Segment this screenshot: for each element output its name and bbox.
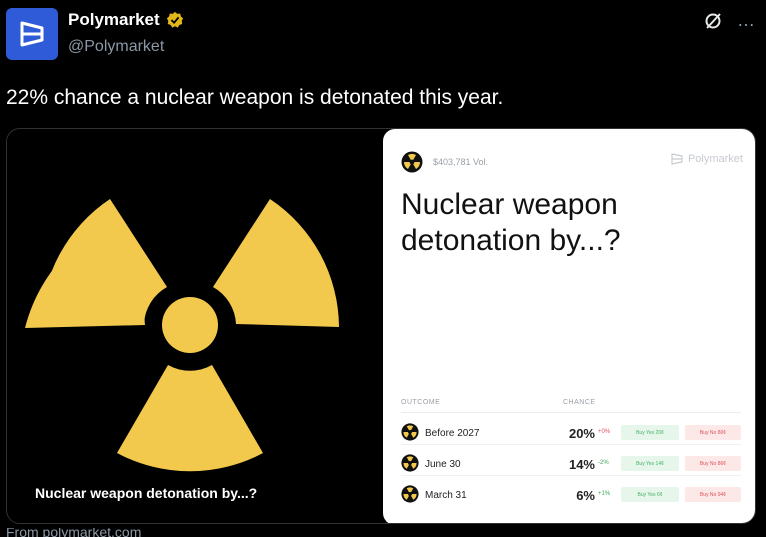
post-text: 22% chance a nuclear weapon is detonated… [6, 86, 504, 109]
card-image-caption: Nuclear weapon detonation by...? [35, 485, 258, 501]
outcome-label: June 30 [425, 459, 461, 470]
more-icon[interactable]: … [737, 10, 756, 31]
author-name[interactable]: Polymarket [68, 10, 160, 30]
buy-no-button[interactable]: Buy No 94¢ [685, 487, 741, 502]
author-handle[interactable]: @Polymarket [68, 38, 164, 56]
radiation-icon [401, 423, 419, 441]
outcome-chance: 14% [568, 457, 595, 472]
outcome-change: +0% [598, 429, 611, 435]
buy-no-button[interactable]: Buy No 80¢ [685, 425, 741, 440]
radiation-icon [401, 151, 423, 173]
brand-name: Polymarket [687, 153, 743, 165]
buy-yes-button[interactable]: Buy Yes 20¢ [621, 425, 679, 440]
grok-icon[interactable] [703, 11, 723, 31]
buy-yes-button[interactable]: Buy Yes 14¢ [621, 456, 679, 471]
market-panel[interactable]: $403,781 Vol. Polymarket Nuclear weapon … [383, 129, 755, 523]
polymarket-logo-icon [20, 21, 44, 47]
card-source-text[interactable]: From polymarket.com [6, 528, 141, 537]
author-name-row[interactable]: Polymarket [68, 10, 184, 30]
outcome-chance: 20% [568, 426, 595, 441]
outcome-change: +1% [598, 491, 611, 497]
brand-watermark: Polymarket [671, 153, 743, 165]
author-avatar[interactable] [6, 8, 58, 60]
polymarket-logo-icon [671, 153, 683, 165]
outcome-row[interactable]: Before 2027 20% +0% Buy Yes 20¢ Buy No 8… [401, 419, 741, 445]
buy-no-button[interactable]: Buy No 86¢ [685, 456, 741, 471]
radiation-icon [401, 454, 419, 472]
radiation-icon [25, 199, 339, 472]
verified-badge-icon [166, 11, 183, 28]
market-volume: $403,781 Vol. [433, 157, 489, 167]
market-title: Nuclear weapon detonation by...? [401, 188, 621, 257]
radiation-icon [401, 485, 419, 503]
card-image[interactable]: Nuclear weapon detonation by...? [7, 129, 385, 523]
buy-yes-button[interactable]: Buy Yes 6¢ [621, 487, 679, 502]
outcome-change: -2% [598, 460, 609, 466]
chance-header: CHANCE [563, 399, 596, 406]
outcome-header: OUTCOME [401, 399, 441, 406]
outcome-label: Before 2027 [425, 428, 480, 439]
outcome-label: March 31 [425, 490, 467, 501]
outcome-row[interactable]: June 30 14% -2% Buy Yes 14¢ Buy No 86¢ [401, 450, 741, 476]
outcome-row[interactable]: March 31 6% +1% Buy Yes 6¢ Buy No 94¢ [401, 481, 741, 507]
link-card[interactable]: Nuclear weapon detonation by...? $403,78… [6, 128, 756, 524]
outcome-chance: 6% [576, 488, 595, 503]
header-divider [401, 412, 741, 413]
